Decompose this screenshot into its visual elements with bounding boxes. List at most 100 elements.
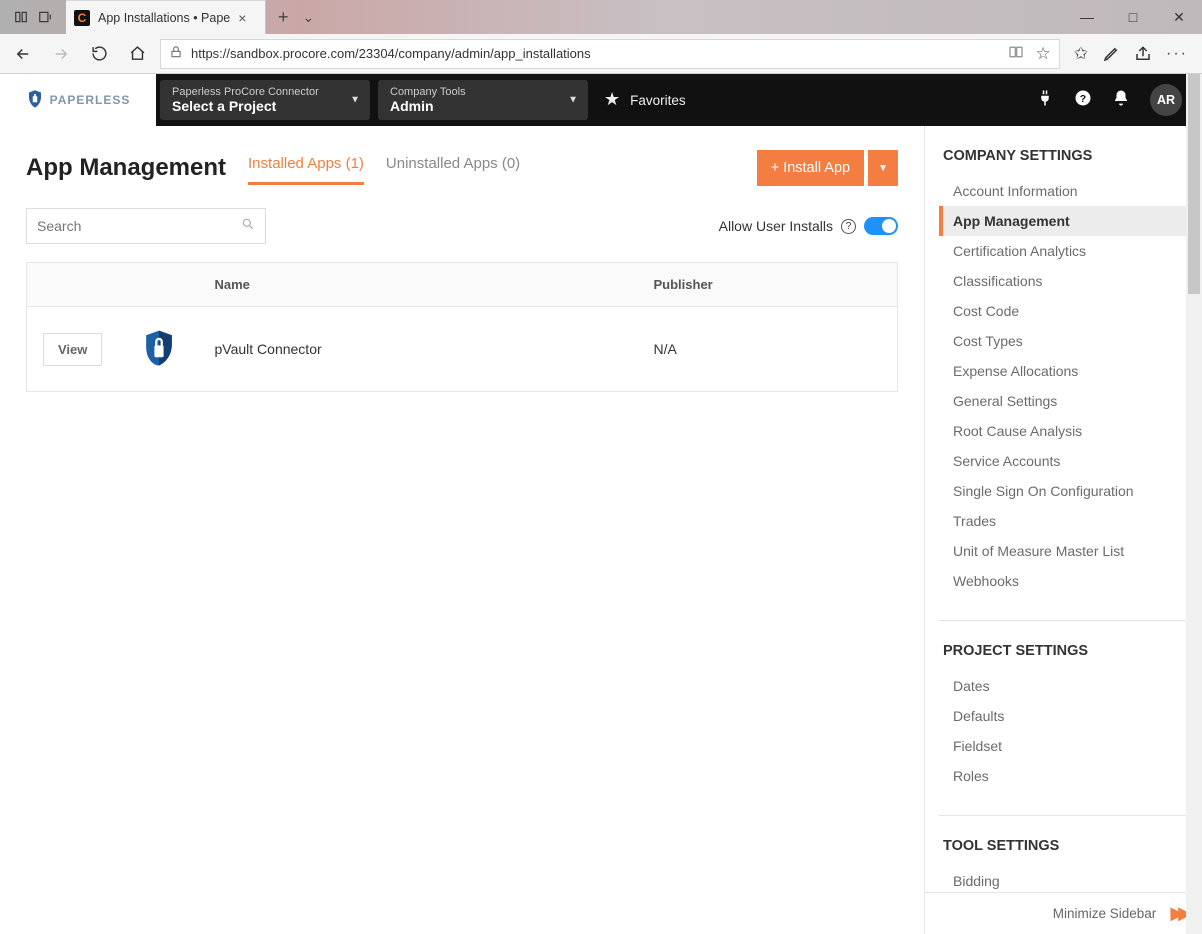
favorites-nav[interactable]: ★ Favorites <box>592 74 698 126</box>
help-icon[interactable]: ? <box>1074 89 1092 112</box>
browser-tab[interactable]: C App Installations • Pape × <box>66 0 266 34</box>
close-window-icon[interactable]: ✕ <box>1156 9 1202 26</box>
new-tab-icon[interactable]: + <box>278 7 289 28</box>
refresh-icon[interactable] <box>84 39 114 69</box>
tab-aside-icons <box>0 0 66 34</box>
home-icon[interactable] <box>122 39 152 69</box>
favorites-list-icon[interactable]: ✩ <box>1074 44 1088 64</box>
set-aside-icon[interactable] <box>14 10 28 24</box>
sidebar-item[interactable]: Bidding <box>939 866 1188 892</box>
install-app-dropdown[interactable]: ▼ <box>868 150 898 186</box>
sidebar-item[interactable]: Webhooks <box>939 566 1188 596</box>
avatar-initials: AR <box>1157 93 1175 107</box>
chevron-down-icon: ▼ <box>878 163 888 174</box>
sidebar-item[interactable]: Account Information <box>939 176 1188 206</box>
sidebar-item[interactable]: Cost Types <box>939 326 1188 356</box>
sidebar-header-project: PROJECT SETTINGS <box>943 643 1188 659</box>
chevron-down-icon: ▼ <box>350 95 360 106</box>
browser-toolbar: ☆ ✩ ··· <box>0 34 1202 74</box>
minimize-sidebar[interactable]: Minimize Sidebar ▶▶ <box>925 892 1202 934</box>
top-right-icons: ? AR <box>1016 74 1202 126</box>
star-icon: ★ <box>604 89 620 110</box>
share-icon[interactable] <box>1134 45 1152 63</box>
notes-icon[interactable] <box>1102 45 1120 63</box>
app-top-nav: PAPERLESS Paperless ProCore Connector Se… <box>0 74 1202 126</box>
back-icon[interactable] <box>8 39 38 69</box>
allow-user-installs-toggle[interactable] <box>864 217 898 235</box>
search-icon <box>241 217 255 236</box>
svg-text:?: ? <box>1080 92 1086 104</box>
sidebar-item[interactable]: Trades <box>939 506 1188 536</box>
sidebar-item[interactable]: Cost Code <box>939 296 1188 326</box>
sidebar-item[interactable]: Certification Analytics <box>939 236 1188 266</box>
sidebar-item[interactable]: Expense Allocations <box>939 356 1188 386</box>
table-row: View pVault Connector N/A <box>27 307 898 392</box>
main-content: App Management Installed Apps (1) Uninst… <box>0 126 924 934</box>
tab-chevron-down-icon[interactable]: ⌄ <box>303 9 315 26</box>
maximize-window-icon[interactable]: □ <box>1110 9 1156 25</box>
bell-icon[interactable] <box>1112 89 1130 112</box>
install-app-button[interactable]: + Install App <box>757 150 864 186</box>
app-icon <box>135 325 183 373</box>
sidebar-item[interactable]: Classifications <box>939 266 1188 296</box>
sidebar-item[interactable]: Single Sign On Configuration <box>939 476 1188 506</box>
col-publisher: Publisher <box>638 263 898 307</box>
lock-icon <box>169 45 183 62</box>
sidebar-item[interactable]: App Management <box>939 206 1188 236</box>
plug-icon[interactable] <box>1036 89 1054 112</box>
more-icon[interactable]: ··· <box>1166 45 1188 63</box>
sidebar-item[interactable]: General Settings <box>939 386 1188 416</box>
tools-selector[interactable]: Company Tools Admin ▼ <box>378 80 588 120</box>
brand-logo[interactable]: PAPERLESS <box>0 74 156 126</box>
sidebar-item[interactable]: Root Cause Analysis <box>939 416 1188 446</box>
tools-selector-label: Company Tools <box>390 86 558 98</box>
avatar[interactable]: AR <box>1150 84 1182 116</box>
tab-installed-apps[interactable]: Installed Apps (1) <box>248 151 364 185</box>
favorites-label: Favorites <box>630 93 686 108</box>
chevron-down-icon: ▼ <box>568 95 578 106</box>
project-selector[interactable]: Paperless ProCore Connector Select a Pro… <box>160 80 370 120</box>
sidebar-item[interactable]: Defaults <box>939 701 1188 731</box>
browser-right-icons: ✩ ··· <box>1068 44 1194 64</box>
allow-user-installs-label: Allow User Installs <box>719 218 833 234</box>
apps-table: Name Publisher View <box>26 262 898 392</box>
window-controls: — □ ✕ <box>1064 0 1202 34</box>
content-tabs: Installed Apps (1) Uninstalled Apps (0) <box>248 151 520 185</box>
minimize-window-icon[interactable]: — <box>1064 9 1110 25</box>
sidebar-item[interactable]: Service Accounts <box>939 446 1188 476</box>
chevron-right-icon: ▶▶ <box>1170 903 1186 924</box>
sidebar-item[interactable]: Fieldset <box>939 731 1188 761</box>
project-selector-value: Select a Project <box>172 98 340 114</box>
address-bar[interactable]: ☆ <box>160 39 1060 69</box>
col-name: Name <box>199 263 638 307</box>
cell-publisher: N/A <box>638 307 898 392</box>
cell-name: pVault Connector <box>199 307 638 392</box>
favicon: C <box>74 10 90 26</box>
minimize-sidebar-label: Minimize Sidebar <box>1053 906 1157 921</box>
settings-sidebar: COMPANY SETTINGS Account InformationApp … <box>924 126 1202 934</box>
tab-actions: + ⌄ <box>266 0 326 34</box>
close-tab-icon[interactable]: × <box>238 10 246 26</box>
sidebar-header-company: COMPANY SETTINGS <box>943 148 1188 164</box>
project-selector-label: Paperless ProCore Connector <box>172 86 340 98</box>
tools-selector-value: Admin <box>390 98 558 114</box>
search-box[interactable] <box>26 208 266 244</box>
reading-view-icon[interactable] <box>1008 44 1024 64</box>
search-input[interactable] <box>37 218 217 234</box>
browser-tab-strip: C App Installations • Pape × + ⌄ — □ ✕ <box>0 0 1202 34</box>
sidebar-item[interactable]: Roles <box>939 761 1188 791</box>
tab-title: App Installations • Pape <box>98 11 230 25</box>
info-icon[interactable]: ? <box>841 219 856 234</box>
page-title: App Management <box>26 154 226 182</box>
forward-icon <box>46 39 76 69</box>
sidebar-item[interactable]: Unit of Measure Master List <box>939 536 1188 566</box>
view-button[interactable]: View <box>43 333 102 366</box>
sidebar-header-tool: TOOL SETTINGS <box>943 838 1188 854</box>
url-input[interactable] <box>191 46 1000 61</box>
sidebar-item[interactable]: Dates <box>939 671 1188 701</box>
brand-text: PAPERLESS <box>50 93 131 107</box>
set-aside-icon[interactable] <box>38 10 52 24</box>
favorite-star-icon[interactable]: ☆ <box>1036 44 1051 64</box>
tab-uninstalled-apps[interactable]: Uninstalled Apps (0) <box>386 151 520 185</box>
page-scrollbar[interactable] <box>1186 74 1202 934</box>
